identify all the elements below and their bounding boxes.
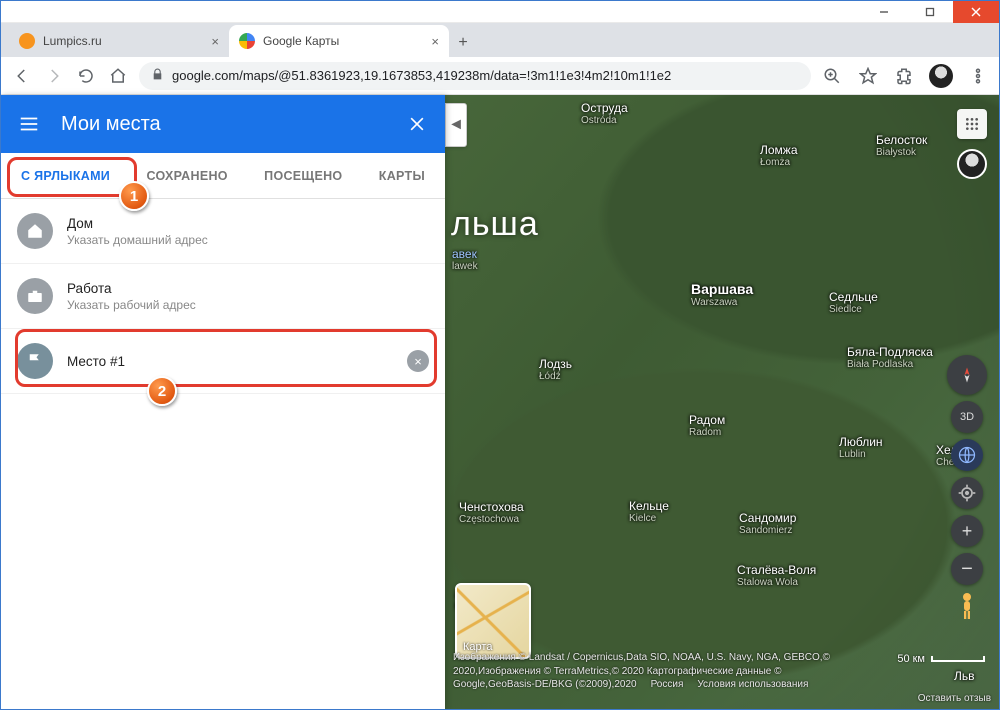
window-minimize-button[interactable] [861,1,907,23]
map-attribution: Изображения © Landsat / Copernicus,Data … [445,647,999,710]
map-label-country: льша [451,205,539,244]
browser-menu-icon[interactable] [967,65,989,87]
place-name: Место #1 [67,354,393,369]
map-label-czestochowa: ЧенстоховаCzęstochowa [459,500,524,525]
place-list: Дом Указать домашний адрес Работа Указат… [1,199,445,710]
map-label-wloclawek: авекlawek [452,247,478,272]
tab-visited[interactable]: ПОСЕЩЕНО [258,155,348,197]
map-controls-top [957,109,987,179]
tab-title: Google Карты [263,34,423,48]
map-controls-stack: 3D + − [947,355,987,621]
map-label-ostroda: ОструдаOstróda [581,101,628,126]
map-label-radom: РадомRadom [689,413,725,438]
map-label-kielce: КельцеKielce [629,499,669,524]
remove-place-button[interactable]: × [407,350,429,372]
favicon-lumpics [19,33,35,49]
map-profile-avatar[interactable] [957,149,987,179]
place-name: Работа [67,281,429,296]
terms-link[interactable]: Условия использования [697,678,808,692]
panel-header: Мои места [1,95,445,153]
window-close-button[interactable] [953,1,999,23]
address-bar: google.com/maps/@51.8361923,19.1673853,4… [1,57,999,95]
tab-close-button[interactable]: × [211,34,219,49]
lock-icon [151,68,164,84]
map-label-sandomierz: СандомирSandomierz [739,511,796,536]
place-item-custom[interactable]: Место #1 × [1,329,445,394]
my-location-icon[interactable] [951,477,983,509]
feedback-link[interactable]: Оставить отзыв [918,693,991,704]
bookmark-star-icon[interactable] [857,65,879,87]
map-label-lodz: ЛодзьŁódź [539,357,572,382]
tab-strip: Lumpics.ru × Google Карты × + [1,23,999,57]
nav-forward-button[interactable] [43,65,65,87]
panel-tabs: С ЯРЛЫКАМИ СОХРАНЕНО ПОСЕЩЕНО КАРТЫ [1,153,445,199]
map-label-warszawa: ВаршаваWarszawa [691,281,753,308]
nav-reload-button[interactable] [75,65,97,87]
place-name: Дом [67,216,429,231]
map-label-biala: Бяла-ПодляскаBiała Podlaska [847,345,933,370]
tab-title: Lumpics.ru [43,34,203,48]
zoom-in-button[interactable]: + [951,515,983,547]
place-item-home[interactable]: Дом Указать домашний адрес [1,199,445,264]
map-label-stalowa: Сталёва-ВоляStalowa Wola [737,563,816,588]
place-item-work[interactable]: Работа Указать рабочий адрес [1,264,445,329]
tab-lumpics[interactable]: Lumpics.ru × [9,25,229,57]
map-label-lublin: ЛюблинLublin [839,435,883,460]
pegman-icon[interactable] [954,591,980,621]
tab-labeled[interactable]: С ЯРЛЫКАМИ [15,155,116,197]
flag-icon [17,343,53,379]
compass-icon[interactable] [947,355,987,395]
window-titlebar [1,1,999,23]
menu-icon[interactable] [17,112,41,136]
tab-maps[interactable]: КАРТЫ [373,155,431,197]
nav-back-button[interactable] [11,65,33,87]
window-maximize-button[interactable] [907,1,953,23]
place-sub: Указать домашний адрес [67,233,429,247]
panel-title: Мои места [61,113,385,136]
map-label-bialystok: БелостокBiałystok [876,133,927,158]
tab-saved[interactable]: СОХРАНЕНО [140,155,233,197]
favicon-gmaps [239,33,255,49]
tab-google-maps[interactable]: Google Карты × [229,25,449,57]
nav-home-button[interactable] [107,65,129,87]
close-panel-button[interactable] [405,112,429,136]
collapse-panel-button[interactable]: ◄ [445,103,467,147]
globe-icon[interactable] [951,439,983,471]
place-sub: Указать рабочий адрес [67,298,429,312]
omnibox[interactable]: google.com/maps/@51.8361923,19.1673853,4… [139,62,811,90]
zoom-indicator-icon[interactable] [821,65,843,87]
extensions-icon[interactable] [893,65,915,87]
apps-grid-icon[interactable] [957,109,987,139]
profile-avatar[interactable] [929,64,953,88]
3d-toggle-button[interactable]: 3D [951,401,983,433]
map-label-siedlce: СедльцеSiedlce [829,290,878,315]
tab-close-button[interactable]: × [431,34,439,49]
my-places-panel: Мои места С ЯРЛЫКАМИ СОХРАНЕНО ПОСЕЩЕНО … [1,95,445,710]
map-label-lomza: ЛомжаŁomża [760,143,798,168]
briefcase-icon [17,278,53,314]
new-tab-button[interactable]: + [449,29,477,57]
zoom-out-button[interactable]: − [951,553,983,585]
content-area: льша ОструдаOstróda ЛомжаŁomża БелостокB… [1,95,999,710]
browser-window: Lumpics.ru × Google Карты × + google.com… [0,0,1000,710]
url-text: google.com/maps/@51.8361923,19.1673853,4… [172,68,671,83]
home-icon [17,213,53,249]
